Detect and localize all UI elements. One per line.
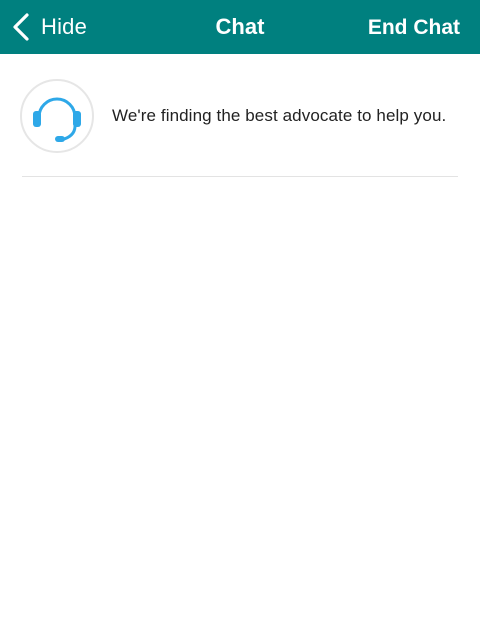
end-chat-button[interactable]: End Chat [368,0,460,54]
chat-screen: Hide Chat End Chat We're finding the bes… [0,0,480,627]
divider [22,176,458,177]
agent-avatar [20,79,94,153]
chevron-left-icon [13,13,29,41]
hide-button-label: Hide [41,14,88,39]
headset-icon [33,97,81,142]
status-text: We're finding the best advocate to help … [112,106,447,125]
navigation-bar: Hide Chat End Chat [0,0,480,54]
agent-status-message: We're finding the best advocate to help … [20,78,460,154]
hide-button[interactable]: Hide [10,0,87,54]
